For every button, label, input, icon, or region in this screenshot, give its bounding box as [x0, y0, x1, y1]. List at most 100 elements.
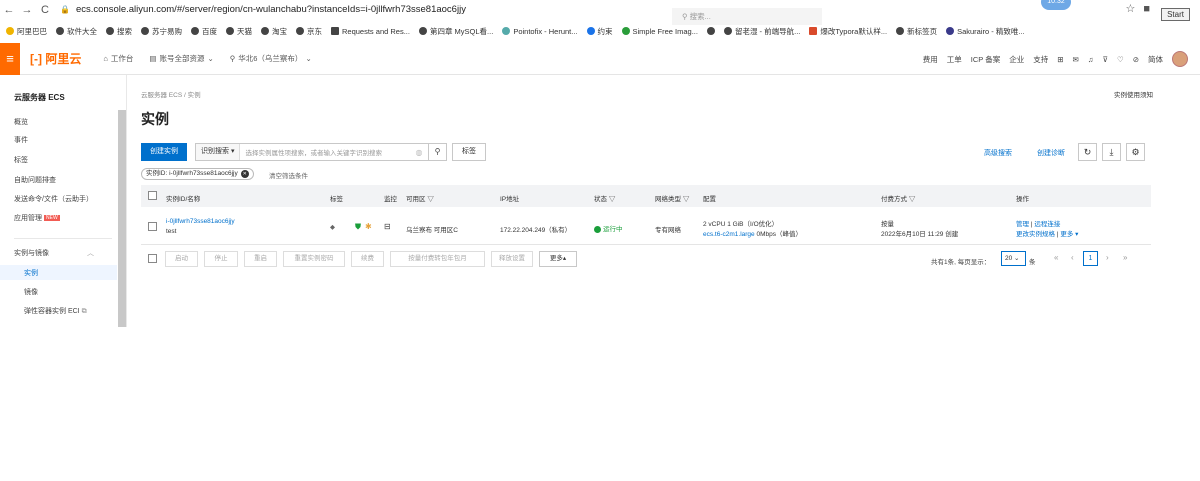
console-search-input[interactable]: ⚲ 搜索... [672, 8, 822, 25]
back-icon[interactable]: ← [0, 4, 18, 16]
change-spec-link[interactable]: 更改实例规格 [1016, 231, 1055, 238]
filter-chip[interactable]: 实例ID: i-0jllfwrh73sse81aoc6jjy ✕ [141, 168, 254, 180]
column-header[interactable]: 网络类型 ▽ [655, 193, 689, 203]
more-actions-button[interactable]: 更多▴ [539, 251, 577, 267]
instance-id-link[interactable]: i-0jllfwrh73sse81aoc6jjy [166, 218, 235, 225]
avatar[interactable] [1172, 51, 1188, 67]
settings-button[interactable]: ⚙ [1126, 143, 1145, 161]
tag-filter-button[interactable]: 标签 [452, 143, 486, 161]
instance-type-link[interactable]: ecs.t6-c2m1.large [703, 231, 755, 238]
column-header[interactable]: 付费方式 ▽ [881, 193, 915, 203]
start-instance-button[interactable]: 启动 [165, 251, 198, 267]
reload-icon[interactable]: C [36, 4, 54, 16]
region-dropdown[interactable]: ⚲ 华北6（乌兰察布） ⌄ [230, 53, 312, 64]
prev-page-icon[interactable]: ‹ [1071, 253, 1074, 262]
address-bar[interactable]: ecs.console.aliyun.com/#/server/region/c… [76, 4, 466, 15]
bulb-icon[interactable]: ♡ [1117, 55, 1124, 64]
bookmark-item[interactable]: 淘宝 [261, 26, 287, 37]
sidebar-item-events[interactable]: 事件 [14, 135, 28, 145]
restart-instance-button[interactable]: 重启 [244, 251, 277, 267]
sidebar-item-eci[interactable]: 弹性容器实例 ECI ⧉ [24, 306, 87, 316]
sidebar-item-troubleshoot[interactable]: 自助问题排查 [14, 175, 56, 185]
bookmark-item[interactable]: 阿里巴巴 [6, 26, 47, 37]
forward-icon[interactable]: → [18, 4, 36, 16]
bookmark-item[interactable]: 软件大全 [56, 26, 97, 37]
page-size-select[interactable]: 20 ⌄ [1001, 251, 1026, 266]
bookmark-item[interactable]: Simple Free Imag... [621, 27, 698, 36]
fees-link[interactable]: 费用 [923, 54, 938, 65]
sidebar-item-instances[interactable]: 实例 [24, 268, 38, 278]
search-mode-select[interactable]: 识别搜索 ▾ [196, 144, 241, 160]
bookmark-item[interactable]: Sakurairo - 精致唯... [946, 26, 1025, 37]
sidebar-item-tags[interactable]: 标签 [14, 155, 28, 165]
enterprise-link[interactable]: 企业 [1009, 54, 1024, 65]
window-icon[interactable]: ■ [1143, 3, 1150, 15]
help-icon[interactable]: ◍ [410, 148, 428, 157]
bookmark-item[interactable]: Requests and Res... [331, 27, 410, 36]
instance-notice-link[interactable]: 实例使用须知 [1114, 89, 1153, 99]
security-icon[interactable]: ✱ [365, 222, 372, 231]
close-icon[interactable]: ✕ [240, 170, 249, 178]
workbench-link[interactable]: ⌂ 工作台 [103, 53, 133, 64]
row-checkbox[interactable] [148, 222, 157, 231]
search-input[interactable]: 选择实例属性项搜索，或者输入关键字识别搜索 [240, 147, 410, 157]
support-link[interactable]: 支持 [1033, 54, 1048, 65]
bell-icon[interactable]: ♫ [1088, 55, 1094, 64]
release-settings-button[interactable]: 释放设置 [491, 251, 533, 267]
bookmark-item[interactable]: 留老湿 - 前端导航... [723, 26, 800, 37]
bookmark-item[interactable]: 京东 [296, 26, 322, 37]
page-number-current[interactable]: 1 [1083, 251, 1098, 266]
icp-link[interactable]: ICP 备案 [971, 54, 1000, 65]
cart-icon[interactable]: ⊽ [1102, 55, 1108, 64]
sidebar-scrollbar[interactable] [118, 110, 126, 327]
menu-icon[interactable]: ≡ [0, 42, 20, 75]
remote-connect-link[interactable]: 远程连接 [1034, 221, 1060, 228]
account-resources-dropdown[interactable]: ▤ 账号全部资源 ⌄ [149, 53, 213, 64]
bookmark-item[interactable]: 爆改Typora默认样... [809, 26, 887, 37]
sidebar-item-app-management[interactable]: 应用管理 NEW [14, 213, 60, 223]
select-all-checkbox[interactable] [148, 254, 157, 263]
renew-button[interactable]: 续费 [351, 251, 384, 267]
sidebar-item-overview[interactable]: 概览 [14, 117, 28, 127]
shield-icon[interactable]: ⛊ [355, 222, 361, 232]
column-header[interactable]: 状态 ▽ [594, 193, 615, 203]
create-instance-button[interactable]: 创建实例 [141, 143, 187, 161]
clear-filters-link[interactable]: 清空筛选条件 [269, 170, 308, 180]
select-all-checkbox[interactable] [148, 191, 157, 200]
sidebar-item-images[interactable]: 镜像 [24, 287, 38, 297]
more-dropdown[interactable]: 更多 ▾ [1060, 231, 1078, 238]
language-link[interactable]: 简体 [1148, 54, 1163, 65]
column-header[interactable]: 可用区 ▽ [406, 193, 434, 203]
bookmark-item[interactable]: 约束 [586, 26, 613, 37]
help-icon[interactable]: ⊘ [1133, 55, 1139, 64]
terminal-icon[interactable]: ⊞ [1057, 55, 1063, 64]
search-button[interactable]: ⚲ [428, 144, 446, 160]
reset-password-button[interactable]: 重置实例密码 [283, 251, 345, 267]
last-page-icon[interactable]: » [1123, 253, 1127, 262]
bookmark-item[interactable]: Pointofix - Herunt... [502, 27, 578, 36]
bookmark-item[interactable]: 百度 [191, 26, 217, 37]
sidebar-item-cloud-assistant[interactable]: 发送命令/文件（云助手） [14, 194, 93, 204]
export-button[interactable]: ⤓ [1102, 143, 1121, 161]
star-icon[interactable]: ☆ [1125, 2, 1135, 15]
ticket-link[interactable]: 工单 [947, 54, 962, 65]
bookmark-item[interactable]: 搜索 [106, 26, 132, 37]
message-icon[interactable]: ✉ [1073, 55, 1079, 64]
bookmark-item[interactable]: 第四章 MySQL看... [418, 26, 493, 37]
convert-billing-button[interactable]: 按量付费转包年包月 [390, 251, 485, 267]
monitor-icon[interactable]: ⊟ [384, 222, 391, 231]
bookmark-item[interactable]: 新标签页 [896, 26, 937, 37]
sidebar-group-instances-images[interactable]: 实例与镜像 ︿ [14, 248, 94, 258]
advanced-search-link[interactable]: 高级搜索 [984, 148, 1012, 158]
bookmark-item[interactable]: 天猫 [226, 26, 252, 37]
bookmark-item[interactable] [706, 27, 715, 35]
first-page-icon[interactable]: « [1054, 253, 1058, 262]
logo[interactable]: [-] 阿里云 [30, 50, 81, 67]
stop-instance-button[interactable]: 停止 [204, 251, 238, 267]
next-page-icon[interactable]: › [1106, 253, 1109, 262]
refresh-button[interactable]: ↻ [1078, 143, 1097, 161]
create-diagnosis-link[interactable]: 创建诊断 [1037, 148, 1065, 158]
tag-icon[interactable]: ◆ [330, 223, 335, 231]
manage-link[interactable]: 管理 [1016, 221, 1029, 228]
bookmark-item[interactable]: 苏宁易购 [141, 26, 182, 37]
